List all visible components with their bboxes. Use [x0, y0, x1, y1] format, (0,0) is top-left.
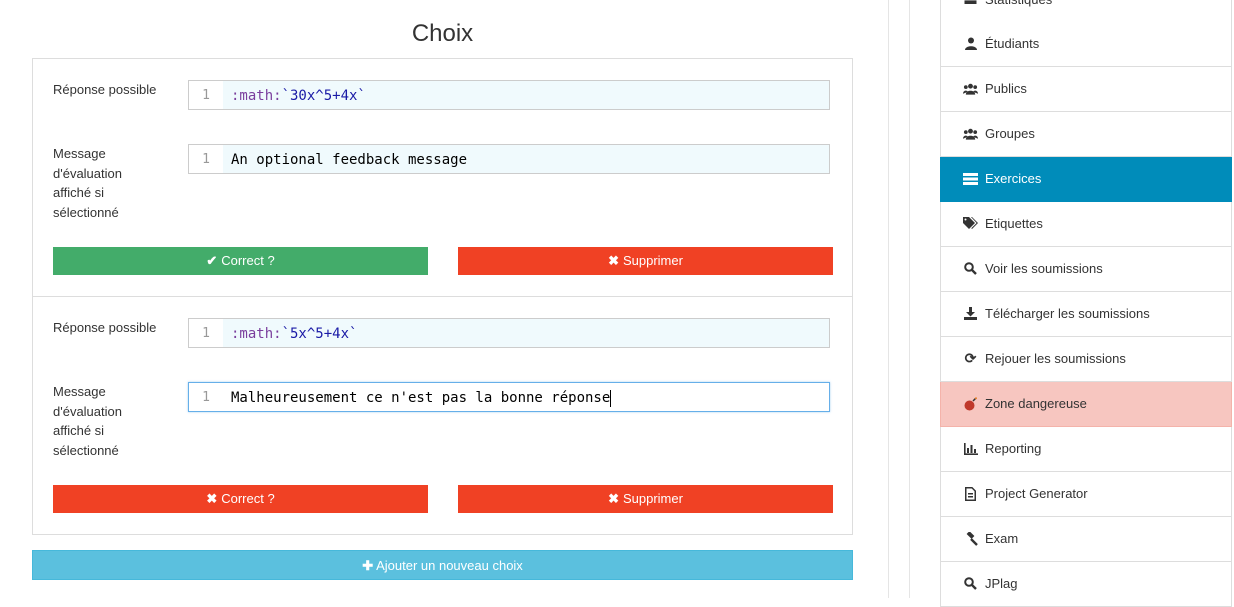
feedback-label: Message d'évaluation affiché si sélectio…: [53, 146, 122, 220]
delete-choice-button[interactable]: ✖ Supprimer: [458, 485, 833, 513]
sidebar-item-jplag[interactable]: JPlag: [940, 562, 1232, 607]
correct-toggle-button[interactable]: ✖ Correct ?: [53, 485, 428, 513]
answer-label: Réponse possible: [53, 82, 157, 97]
add-choice-label: Ajouter un nouveau choix: [376, 558, 523, 573]
sidebar-item-label: Publics: [985, 81, 1027, 96]
sidebar-item-project-generator[interactable]: Project Generator: [940, 472, 1232, 517]
correct-label: Correct ?: [221, 491, 275, 506]
sidebar-item-telecharger-soumissions[interactable]: Télécharger les soumissions: [940, 292, 1232, 337]
answer-editor[interactable]: 1 :math:`5x^5+4x`: [188, 318, 830, 348]
search-icon: [963, 576, 978, 591]
file-code-icon: [963, 486, 978, 501]
tasks-icon: [963, 171, 978, 186]
sidebar-item-zone-dangereuse[interactable]: Zone dangereuse: [940, 382, 1232, 427]
sidebar-item-label: Exercices: [985, 171, 1042, 186]
code-keyword: :math:: [231, 326, 282, 342]
delete-label: Supprimer: [622, 253, 683, 268]
sidebar-item-exercices[interactable]: Exercices: [940, 157, 1232, 202]
line-number: 1: [189, 383, 223, 411]
times-icon: ✖: [608, 253, 619, 268]
times-icon: ✖: [608, 491, 619, 506]
download-icon: [963, 306, 978, 321]
delete-choice-button[interactable]: ✖ Supprimer: [458, 247, 833, 275]
sidebar-item-label: Rejouer les soumissions: [985, 351, 1126, 366]
text-cursor: [610, 389, 612, 407]
sidebar-item-label: Exam: [985, 531, 1019, 546]
feedback-editor[interactable]: 1 Malheureusement ce n'est pas la bonne …: [188, 382, 830, 412]
answer-editor[interactable]: 1 :math:`30x^5+4x`: [188, 80, 830, 110]
plus-icon: ✚: [362, 558, 374, 573]
times-icon: ✖: [206, 491, 218, 506]
column-divider: [909, 0, 910, 598]
check-icon: ✔: [206, 253, 218, 268]
refresh-icon: ⟳: [964, 350, 977, 366]
choices-list: Réponse possible 1 :math:`30x^5+4x` Mess…: [32, 58, 853, 535]
sidebar-item-etudiants[interactable]: Étudiants: [940, 22, 1232, 67]
sidebar-item-rejouer-soumissions[interactable]: ⟳ Rejouer les soumissions: [940, 337, 1232, 382]
sidebar-item-label: Télécharger les soumissions: [985, 306, 1150, 321]
users-icon: [963, 126, 978, 141]
sidebar-item-label: Groupes: [985, 126, 1035, 141]
sidebar-item-label: Project Generator: [985, 486, 1088, 501]
sidebar-item-label: Zone dangereuse: [985, 396, 1087, 411]
sidebar-item-groupes[interactable]: Groupes: [940, 112, 1232, 157]
add-choice-button[interactable]: ✚ Ajouter un nouveau choix: [32, 550, 853, 580]
choice-item: Réponse possible 1 :math:`5x^5+4x` Messa…: [33, 297, 852, 534]
delete-label: Supprimer: [622, 491, 683, 506]
gavel-icon: [963, 531, 978, 546]
sidebar-item-label: Reporting: [985, 441, 1042, 456]
sidebar-item-exam[interactable]: Exam: [940, 517, 1232, 562]
sidebar-item-label: Statistiques: [985, 0, 1052, 22]
sidebar-item-statistiques[interactable]: ▬ Statistiques: [940, 0, 1232, 23]
sidebar-item-publics[interactable]: Publics: [940, 67, 1232, 112]
bar-chart-icon: [963, 441, 978, 456]
answer-label: Réponse possible: [53, 320, 157, 335]
line-number: 1: [189, 319, 223, 347]
sidebar-item-voir-soumissions[interactable]: Voir les soumissions: [940, 247, 1232, 292]
feedback-label: Message d'évaluation affiché si sélectio…: [53, 384, 122, 458]
sidebar-item-label: JPlag: [985, 576, 1018, 591]
sidebar-item-etiquettes[interactable]: Etiquettes: [940, 202, 1232, 247]
sidebar-item-label: Étudiants: [985, 36, 1040, 51]
code-keyword: :math:: [231, 88, 282, 104]
choice-item: Réponse possible 1 :math:`30x^5+4x` Mess…: [33, 59, 852, 296]
sidebar-item-label: Etiquettes: [985, 216, 1043, 231]
feedback-editor[interactable]: 1 An optional feedback message: [188, 144, 830, 174]
code-text: An optional feedback message: [231, 152, 468, 168]
correct-label: Correct ?: [221, 253, 275, 268]
code-text: Malheureusement ce n'est pas la bonne ré…: [231, 390, 611, 406]
code-value: `30x^5+4x`: [281, 88, 366, 104]
column-divider: [888, 0, 889, 598]
correct-toggle-button[interactable]: ✔ Correct ?: [53, 247, 428, 275]
users-icon: [963, 81, 978, 96]
user-icon: [963, 36, 978, 51]
tags-icon: [963, 216, 978, 231]
choices-title: Choix: [411, 20, 474, 47]
line-number: 1: [189, 81, 223, 109]
line-number: 1: [189, 145, 223, 173]
search-icon: [963, 261, 978, 276]
sidebar-item-reporting[interactable]: Reporting: [940, 427, 1232, 472]
code-value: `5x^5+4x`: [281, 326, 358, 342]
bar-chart-icon: ▬: [963, 0, 978, 7]
sidebar-item-label: Voir les soumissions: [985, 261, 1103, 276]
bomb-icon: [963, 396, 978, 411]
